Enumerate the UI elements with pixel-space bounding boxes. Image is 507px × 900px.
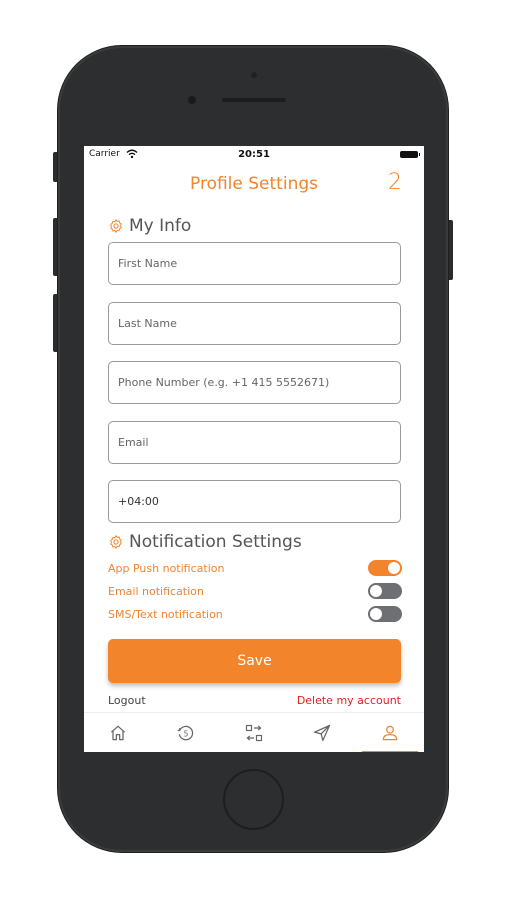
tab-transfer[interactable] <box>220 713 288 752</box>
my-info-heading: My Info <box>108 216 191 236</box>
svg-text:5: 5 <box>184 729 189 738</box>
last-name-input[interactable]: Last Name <box>108 302 401 345</box>
notification-count-badge[interactable]: 2 <box>388 170 402 195</box>
sms-notification-row: SMS/Text notification <box>108 605 402 623</box>
phone-number-input[interactable]: Phone Number (e.g. +1 415 5552671) <box>108 361 401 404</box>
clock: 20:51 <box>238 149 270 160</box>
earpiece-speaker <box>222 98 286 102</box>
notification-settings-heading-text: Notification Settings <box>129 532 302 552</box>
email-input[interactable]: Email <box>108 421 401 464</box>
app-push-notification-label: App Push notification <box>108 561 225 575</box>
tab-profile[interactable] <box>356 713 424 752</box>
send-icon <box>313 724 331 742</box>
profile-icon <box>382 725 398 741</box>
battery-icon <box>400 151 420 158</box>
page-title: Profile Settings <box>190 174 318 194</box>
tab-bar: 5 <box>84 712 424 752</box>
home-button[interactable] <box>223 769 284 830</box>
transfer-icon <box>245 724 263 742</box>
first-name-input[interactable]: First Name <box>108 242 401 285</box>
tab-home[interactable] <box>84 713 152 752</box>
toggle-knob <box>370 585 382 597</box>
email-notification-row: Email notification <box>108 582 402 600</box>
status-bar: Carrier 20:51 <box>84 146 424 164</box>
gear-icon <box>110 219 122 233</box>
history-icon: 5 <box>177 725 194 741</box>
app-push-notification-row: App Push notification <box>108 559 402 577</box>
timezone-field[interactable]: +04:00 <box>108 480 401 523</box>
tab-send[interactable] <box>288 713 356 752</box>
logout-link[interactable]: Logout <box>108 694 146 707</box>
front-sensor <box>251 72 257 78</box>
email-notification-label: Email notification <box>108 584 204 598</box>
sms-notification-toggle[interactable] <box>368 606 402 622</box>
email-notification-toggle[interactable] <box>368 583 402 599</box>
gear-icon <box>110 535 122 549</box>
toggle-knob <box>388 562 400 574</box>
notification-settings-heading: Notification Settings <box>108 532 302 552</box>
my-info-heading-text: My Info <box>129 216 192 236</box>
app-push-notification-toggle[interactable] <box>368 560 402 576</box>
save-button[interactable]: Save <box>108 639 401 683</box>
tab-history[interactable]: 5 <box>152 713 220 752</box>
delete-account-link[interactable]: Delete my account <box>297 694 401 707</box>
home-icon <box>110 725 126 741</box>
toggle-knob <box>370 608 382 620</box>
sms-notification-label: SMS/Text notification <box>108 607 223 621</box>
front-camera <box>188 96 196 104</box>
app-screen: Carrier 20:51 Profile Settings 2 My Info… <box>84 146 424 752</box>
